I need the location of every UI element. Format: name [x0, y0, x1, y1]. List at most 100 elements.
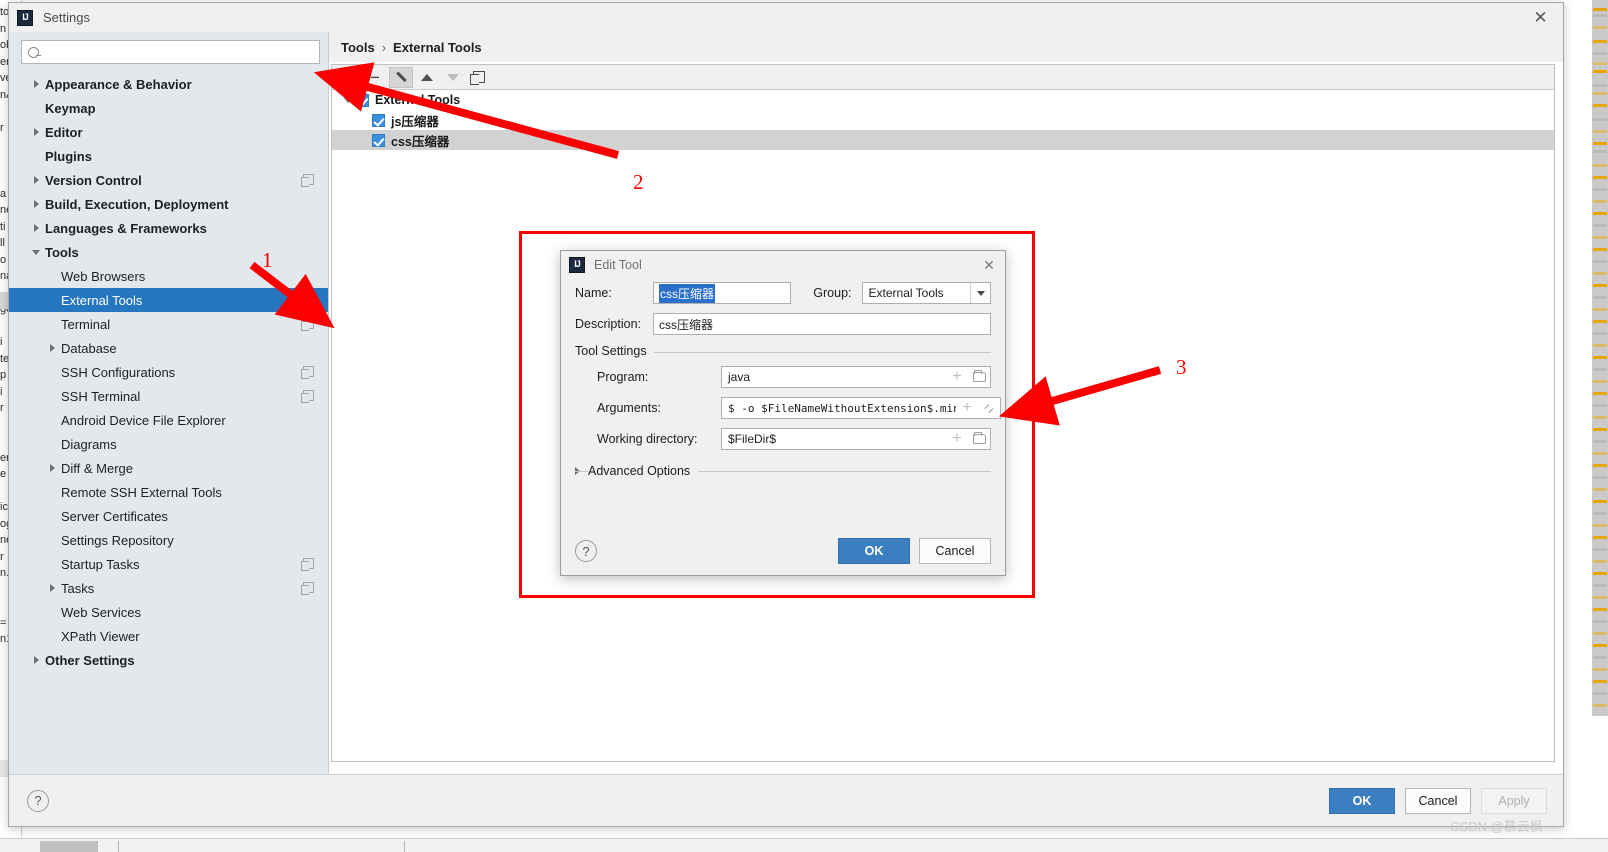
- twisty[interactable]: [29, 656, 43, 664]
- move-up-button[interactable]: [415, 67, 439, 88]
- insert-macro-icon[interactable]: +: [956, 398, 978, 418]
- sidebar-item-other-settings[interactable]: Other Settings: [9, 648, 328, 672]
- sidebar-item-label: Tasks: [61, 580, 95, 596]
- breadcrumb-root[interactable]: Tools: [341, 40, 375, 55]
- search-box[interactable]: [21, 40, 320, 64]
- edit-button[interactable]: [389, 66, 413, 88]
- copy-settings-icon[interactable]: [301, 174, 314, 187]
- row-checkbox[interactable]: [372, 113, 385, 127]
- sidebar-item-web-browsers[interactable]: Web Browsers: [9, 264, 328, 288]
- row-checkbox[interactable]: [356, 93, 369, 107]
- gutter-marker: [1593, 680, 1607, 683]
- copy-settings-icon[interactable]: [301, 582, 314, 595]
- field-input[interactable]: $FileDir$ +: [721, 428, 991, 450]
- sidebar-item-diff-merge[interactable]: Diff & Merge: [9, 456, 328, 480]
- sidebar-item-tasks[interactable]: Tasks: [9, 576, 328, 600]
- sidebar-item-settings-repository[interactable]: Settings Repository: [9, 528, 328, 552]
- footer-buttons: OK Cancel Apply: [1329, 787, 1547, 814]
- sidebar-item-external-tools[interactable]: External Tools: [9, 288, 328, 312]
- dialog-ok-button[interactable]: OK: [838, 538, 910, 564]
- gutter-marker: [1593, 26, 1607, 29]
- gutter-marker: [1593, 368, 1607, 371]
- sidebar-item-ssh-terminal[interactable]: SSH Terminal: [9, 384, 328, 408]
- gutter-marker: [1593, 188, 1607, 191]
- sidebar-item-database[interactable]: Database: [9, 336, 328, 360]
- twisty[interactable]: [45, 464, 59, 472]
- sidebar-item-startup-tasks[interactable]: Startup Tasks: [9, 552, 328, 576]
- gutter-marker: [1593, 118, 1607, 121]
- gutter-marker: [1593, 284, 1607, 287]
- sidebar-item-version-control[interactable]: Version Control: [9, 168, 328, 192]
- name-input[interactable]: css压缩器: [653, 282, 792, 304]
- add-button[interactable]: +: [337, 67, 361, 88]
- sidebar-item-languages-frameworks[interactable]: Languages & Frameworks: [9, 216, 328, 240]
- dialog-help-button[interactable]: ?: [575, 540, 597, 562]
- sidebar-item-editor[interactable]: Editor: [9, 120, 328, 144]
- gutter-marker: [1593, 524, 1607, 527]
- table-row[interactable]: css压缩器: [332, 130, 1554, 150]
- sidebar-item-remote-ssh-external-tools[interactable]: Remote SSH External Tools: [9, 480, 328, 504]
- sidebar-item-server-certificates[interactable]: Server Certificates: [9, 504, 328, 528]
- sidebar-item-tools[interactable]: Tools: [9, 240, 328, 264]
- search-input[interactable]: [45, 44, 313, 60]
- browse-folder-icon[interactable]: [968, 367, 990, 387]
- sidebar-item-xpath-viewer[interactable]: XPath Viewer: [9, 624, 328, 648]
- group-combobox[interactable]: External Tools: [861, 282, 991, 304]
- copy-settings-icon[interactable]: [301, 390, 314, 403]
- sidebar-item-ssh-configurations[interactable]: SSH Configurations: [9, 360, 328, 384]
- row-checkbox[interactable]: [372, 133, 385, 147]
- twisty[interactable]: [29, 80, 43, 88]
- dialog-cancel-button[interactable]: Cancel: [919, 538, 991, 564]
- sidebar-item-android-device-file-explorer[interactable]: Android Device File Explorer: [9, 408, 328, 432]
- copy-settings-icon[interactable]: [301, 318, 314, 331]
- twisty[interactable]: [45, 344, 59, 352]
- gutter-marker: [1593, 212, 1607, 215]
- table-row[interactable]: js压缩器: [332, 110, 1554, 130]
- field-input[interactable]: java +: [721, 366, 991, 388]
- copy-button[interactable]: [467, 67, 491, 88]
- twisty[interactable]: [340, 97, 356, 103]
- tool-settings-title: Tool Settings: [575, 344, 654, 358]
- ok-button[interactable]: OK: [1329, 787, 1395, 814]
- help-button[interactable]: ?: [27, 789, 49, 812]
- dialog-close-icon[interactable]: ✕: [979, 255, 999, 275]
- sidebar-item-terminal[interactable]: Terminal: [9, 312, 328, 336]
- insert-macro-icon[interactable]: +: [946, 367, 968, 387]
- sidebar-item-label: SSH Configurations: [61, 364, 176, 380]
- twisty[interactable]: [29, 176, 43, 184]
- twisty[interactable]: [29, 200, 43, 208]
- twisty[interactable]: [29, 128, 43, 136]
- description-label: Description:: [575, 317, 641, 331]
- sidebar-item-keymap[interactable]: Keymap: [9, 96, 328, 120]
- intellij-logo-icon: IJ: [17, 9, 33, 26]
- sidebar-item-plugins[interactable]: Plugins: [9, 144, 328, 168]
- gutter-marker: [1593, 692, 1607, 695]
- twisty[interactable]: [29, 249, 43, 255]
- insert-macro-icon[interactable]: +: [946, 429, 968, 449]
- twisty[interactable]: [29, 224, 43, 232]
- copy-settings-icon[interactable]: [301, 558, 314, 571]
- description-input[interactable]: css压缩器: [653, 313, 991, 335]
- twisty[interactable]: [45, 584, 59, 592]
- chevron-down-icon[interactable]: [970, 283, 990, 303]
- advanced-options-toggle[interactable]: Advanced Options: [575, 464, 991, 478]
- expand-editor-icon[interactable]: [978, 398, 1000, 418]
- sidebar-item-build-execution-deployment[interactable]: Build, Execution, Deployment: [9, 192, 328, 216]
- sidebar-item-label: XPath Viewer: [61, 628, 140, 644]
- gutter-marker: [1593, 656, 1607, 659]
- field-input[interactable]: $ -o $FileNameWithoutExtension$.min.css+: [721, 397, 1001, 419]
- search-container: [9, 32, 328, 70]
- close-icon[interactable]: ✕: [1518, 3, 1563, 32]
- cancel-button[interactable]: Cancel: [1405, 787, 1471, 814]
- background-editor-marker-gutter[interactable]: [1592, 0, 1608, 716]
- sidebar-item-diagrams[interactable]: Diagrams: [9, 432, 328, 456]
- copy-settings-icon[interactable]: [301, 366, 314, 379]
- gutter-marker: [1593, 70, 1607, 73]
- gutter-marker: [1593, 332, 1607, 335]
- sidebar-item-web-services[interactable]: Web Services: [9, 600, 328, 624]
- sidebar-item-appearance-behavior[interactable]: Appearance & Behavior: [9, 72, 328, 96]
- browse-folder-icon[interactable]: [968, 429, 990, 449]
- remove-button[interactable]: −: [363, 67, 387, 88]
- table-row[interactable]: External Tools: [332, 90, 1554, 110]
- group-combobox-value: External Tools: [868, 286, 944, 300]
